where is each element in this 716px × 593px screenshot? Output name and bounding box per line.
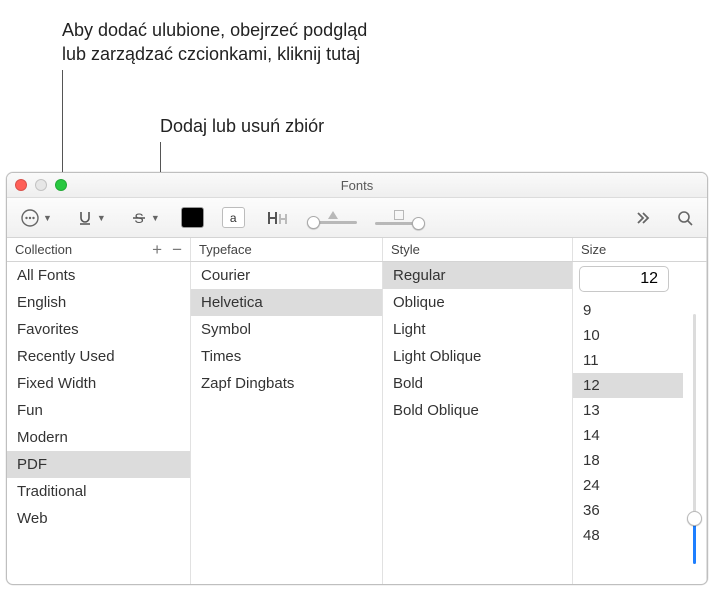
annotation-text: lub zarządzać czcionkami, kliknij tutaj (62, 44, 360, 64)
list-item[interactable]: 10 (573, 323, 683, 348)
header-label: Collection (15, 242, 72, 257)
more-toolbar-button[interactable] (631, 206, 655, 230)
strikethrough-icon: S (130, 209, 148, 227)
list-item[interactable]: Oblique (383, 289, 572, 316)
list-item[interactable]: Light Oblique (383, 343, 572, 370)
header-style: Style (383, 238, 573, 261)
document-color-button[interactable]: a (222, 207, 245, 228)
text-color-button[interactable] (181, 207, 204, 228)
remove-collection-button[interactable]: − (172, 241, 182, 258)
header-label: Size (581, 242, 606, 257)
more-circle-icon (20, 208, 40, 228)
header-collection: Collection + − (7, 238, 191, 261)
shadow-opacity-slider[interactable] (309, 211, 357, 224)
list-item[interactable]: Courier (191, 262, 382, 289)
header-size: Size (573, 238, 707, 261)
list-item[interactable]: 36 (573, 498, 683, 523)
toolbar: ▼ ▼ S ▼ a (7, 198, 707, 238)
titlebar: Fonts (7, 173, 707, 198)
text-sample: a (230, 211, 237, 225)
list-item[interactable]: Fun (7, 397, 190, 424)
actions-menu-button[interactable]: ▼ (17, 205, 55, 231)
list-item[interactable]: PDF (7, 451, 190, 478)
size-slider[interactable] (683, 262, 706, 584)
list-item[interactable]: 18 (573, 448, 683, 473)
list-item[interactable]: Modern (7, 424, 190, 451)
list-item[interactable]: Zapf Dingbats (191, 370, 382, 397)
search-button[interactable] (673, 206, 697, 230)
header-typeface: Typeface (191, 238, 383, 261)
add-collection-button[interactable]: + (152, 241, 162, 258)
search-icon (676, 209, 694, 227)
fonts-window: Fonts ▼ ▼ S ▼ a (6, 172, 708, 585)
list-item[interactable]: Favorites (7, 316, 190, 343)
list-item[interactable]: English (7, 289, 190, 316)
text-shadow-button[interactable] (263, 206, 291, 230)
shadow-blur-slider[interactable] (375, 210, 423, 225)
slider-marker-icon (328, 211, 338, 219)
list-item[interactable]: 24 (573, 473, 683, 498)
underline-menu-button[interactable]: ▼ (73, 206, 109, 230)
list-item[interactable]: Times (191, 343, 382, 370)
list-item[interactable]: Recently Used (7, 343, 190, 370)
list-item[interactable]: Bold (383, 370, 572, 397)
list-item[interactable]: 11 (573, 348, 683, 373)
underline-icon (76, 209, 94, 227)
chevron-down-icon: ▼ (97, 213, 106, 223)
list-item[interactable]: 14 (573, 423, 683, 448)
header-label: Style (391, 242, 420, 257)
chevron-down-icon: ▼ (151, 213, 160, 223)
list-item[interactable]: 9 (573, 298, 683, 323)
list-item[interactable]: 48 (573, 523, 683, 548)
list-item[interactable]: All Fonts (7, 262, 190, 289)
list-item[interactable]: 12 (573, 373, 683, 398)
list-item[interactable]: 13 (573, 398, 683, 423)
column-headers: Collection + − Typeface Style Size (7, 238, 707, 262)
size-list[interactable]: 9101112131418243648 (573, 298, 683, 548)
list-item[interactable]: Fixed Width (7, 370, 190, 397)
list-item[interactable]: Traditional (7, 478, 190, 505)
annotation-text: Aby dodać ulubione, obejrzeć podgląd (62, 20, 367, 40)
list-item[interactable]: Regular (383, 262, 572, 289)
list-item[interactable]: Web (7, 505, 190, 532)
slider-square-icon (394, 210, 404, 220)
list-item[interactable]: Bold Oblique (383, 397, 572, 424)
shadow-icon (266, 209, 288, 227)
list-item[interactable]: Helvetica (191, 289, 382, 316)
chevron-down-icon: ▼ (43, 213, 52, 223)
content-area: All FontsEnglishFavoritesRecently UsedFi… (7, 262, 707, 584)
style-list[interactable]: RegularObliqueLightLight ObliqueBoldBold… (383, 262, 573, 584)
annotation-text: Dodaj lub usuń zbiór (160, 116, 324, 136)
list-item[interactable]: Symbol (191, 316, 382, 343)
size-panel: 9101112131418243648 (573, 262, 707, 584)
size-input[interactable] (579, 266, 669, 292)
chevron-double-right-icon (634, 209, 652, 227)
header-label: Typeface (199, 242, 252, 257)
typeface-list[interactable]: CourierHelveticaSymbolTimesZapf Dingbats (191, 262, 383, 584)
strikethrough-menu-button[interactable]: S ▼ (127, 206, 163, 230)
window-title: Fonts (7, 178, 707, 193)
collection-list[interactable]: All FontsEnglishFavoritesRecently UsedFi… (7, 262, 191, 584)
list-item[interactable]: Light (383, 316, 572, 343)
